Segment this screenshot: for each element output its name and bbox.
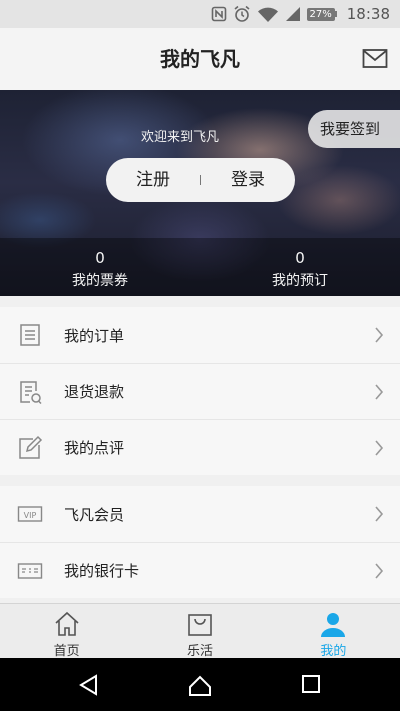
- profile-hero: 欢迎来到飞凡 我要签到 注册 登录 0 我的票券 0 我的预订: [0, 90, 400, 296]
- refund-icon: [20, 381, 42, 405]
- welcome-text: 欢迎来到飞凡: [140, 130, 219, 145]
- vip-card-icon: VIP: [17, 506, 43, 522]
- tab-label: 乐活: [186, 644, 213, 659]
- menu-item-membership[interactable]: VIP 飞凡会员: [0, 486, 400, 542]
- status-bar: 27% 18:38: [0, 0, 400, 28]
- order-list-icon: [20, 324, 40, 346]
- stat-tickets[interactable]: 0 我的票券: [0, 238, 200, 296]
- app-bar: 我的飞凡: [0, 28, 400, 90]
- menu-group-orders: 我的订单 退货退款 我的点评: [0, 307, 400, 475]
- review-edit-icon: [19, 435, 43, 459]
- tab-label: 我的: [320, 644, 347, 659]
- battery-level: 27%: [306, 7, 335, 21]
- menu-item-label: 我的订单: [64, 326, 125, 345]
- register-button[interactable]: 注册: [106, 158, 200, 202]
- system-nav-bar: [0, 658, 400, 711]
- alarm-icon: [234, 5, 250, 22]
- status-icons: 27% 18:38: [211, 4, 390, 24]
- bottom-tab-bar: 首页 乐活 我的: [0, 603, 400, 659]
- menu-group-account: VIP 飞凡会员 我的银行卡: [0, 486, 400, 598]
- battery-icon: 27%: [306, 7, 337, 21]
- tab-label: 首页: [53, 644, 80, 659]
- stat-bookings[interactable]: 0 我的预订: [200, 238, 400, 296]
- chevron-right-icon: [375, 506, 384, 522]
- bank-card-icon: [17, 563, 43, 579]
- chevron-right-icon: [375, 563, 384, 579]
- shopping-bag-icon: [188, 614, 212, 636]
- stat-label: 我的预订: [272, 273, 328, 289]
- chevron-right-icon: [375, 327, 384, 343]
- menu-item-orders[interactable]: 我的订单: [0, 307, 400, 363]
- profile-icon: [321, 613, 346, 637]
- chevron-right-icon: [375, 440, 384, 456]
- menu-item-label: 我的银行卡: [64, 562, 140, 580]
- tab-mine[interactable]: 我的: [267, 604, 400, 659]
- stat-value: 0: [295, 249, 305, 267]
- svg-text:VIP: VIP: [24, 511, 37, 520]
- menu-item-label: 退货退款: [64, 383, 125, 401]
- back-icon[interactable]: [78, 674, 100, 696]
- tab-home[interactable]: 首页: [0, 604, 133, 659]
- home-icon: [55, 611, 79, 636]
- menu-item-reviews[interactable]: 我的点评: [0, 419, 400, 475]
- menu-item-refund[interactable]: 退货退款: [0, 363, 400, 419]
- menu-item-label: 我的点评: [64, 439, 125, 457]
- login-button[interactable]: 登录: [201, 158, 295, 202]
- signal-icon: [285, 7, 300, 21]
- stat-value: 0: [95, 249, 105, 267]
- auth-pill: 注册 登录: [106, 158, 295, 202]
- menu-item-label: 飞凡会员: [64, 505, 125, 524]
- mail-icon[interactable]: [362, 48, 388, 70]
- tab-lifestyle[interactable]: 乐活: [133, 604, 266, 659]
- page-title: 我的飞凡: [160, 47, 240, 71]
- nfc-icon: [211, 6, 226, 22]
- clock: 18:38: [346, 5, 390, 23]
- menu-item-bank-card[interactable]: 我的银行卡: [0, 542, 400, 598]
- stats-bar: 0 我的票券 0 我的预订: [0, 238, 400, 296]
- chevron-right-icon: [375, 384, 384, 400]
- stat-label: 我的票券: [72, 273, 128, 289]
- signin-button[interactable]: 我要签到: [308, 110, 400, 148]
- wifi-icon: [257, 7, 278, 22]
- recents-icon[interactable]: [301, 674, 321, 694]
- home-nav-icon[interactable]: [188, 674, 212, 696]
